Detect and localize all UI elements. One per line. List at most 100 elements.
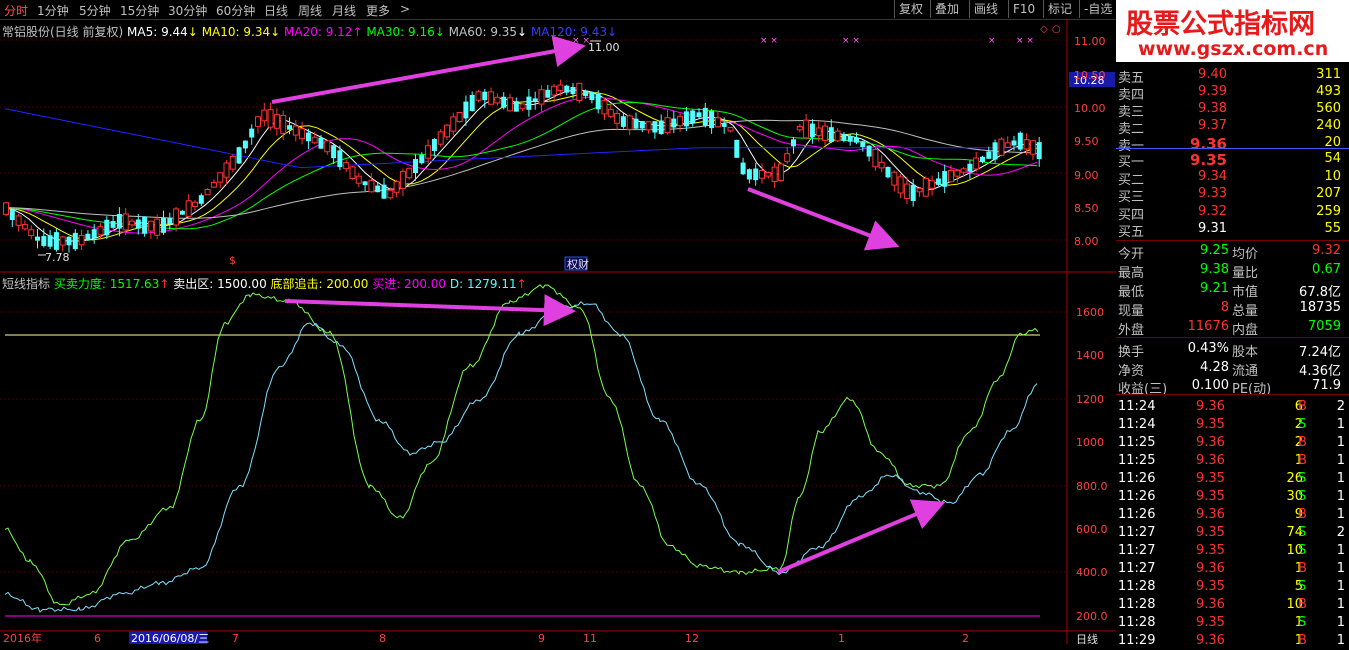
candlestick[interactable] xyxy=(167,218,173,224)
candlestick[interactable] xyxy=(15,215,22,226)
candlestick[interactable] xyxy=(614,113,621,124)
candlestick[interactable] xyxy=(324,140,331,153)
candlestick[interactable] xyxy=(142,216,148,234)
candlestick[interactable] xyxy=(292,125,299,136)
candlestick[interactable] xyxy=(28,229,35,236)
candlestick[interactable] xyxy=(21,223,28,230)
candlestick[interactable] xyxy=(942,171,948,187)
candlestick[interactable] xyxy=(973,157,980,170)
candlestick[interactable] xyxy=(413,159,418,173)
candlestick[interactable] xyxy=(129,220,135,226)
bid-row[interactable]: 买二 9.34 10 xyxy=(1116,168,1349,188)
candlestick[interactable] xyxy=(135,219,141,229)
candlestick[interactable] xyxy=(727,126,734,132)
candlestick[interactable] xyxy=(872,148,879,168)
candlestick[interactable] xyxy=(450,116,457,132)
candlestick[interactable] xyxy=(601,100,608,115)
period-indicator[interactable]: 日线 xyxy=(1076,632,1098,644)
trade-row[interactable]: 11:25 9.36 1 B 1 xyxy=(1116,452,1349,470)
candlestick[interactable] xyxy=(878,161,885,169)
candlestick[interactable] xyxy=(980,156,985,162)
candlestick[interactable] xyxy=(311,136,318,144)
candlestick[interactable] xyxy=(702,107,708,126)
candlestick[interactable] xyxy=(589,91,595,101)
period-tab-30min[interactable]: 30分钟 xyxy=(168,2,207,19)
fund-row[interactable]: 换手 0.43% 股本 7.24亿 xyxy=(1116,340,1349,360)
candlestick[interactable] xyxy=(809,123,815,138)
bid-row[interactable]: 买三 9.33 207 xyxy=(1116,185,1349,205)
candlestick[interactable] xyxy=(822,125,828,141)
candlestick[interactable] xyxy=(664,117,671,134)
candlestick[interactable] xyxy=(677,115,684,127)
candlestick[interactable] xyxy=(185,200,192,217)
candlestick[interactable] xyxy=(645,121,652,131)
candlestick[interactable] xyxy=(796,125,803,131)
candlestick[interactable] xyxy=(1023,139,1030,150)
candlestick[interactable] xyxy=(399,170,406,190)
candlestick[interactable] xyxy=(538,89,545,105)
candlestick[interactable] xyxy=(204,188,211,196)
candlestick[interactable] xyxy=(419,154,425,164)
candlestick[interactable] xyxy=(331,145,337,159)
candlestick[interactable] xyxy=(734,139,740,158)
candlestick[interactable] xyxy=(507,97,513,112)
bid-row[interactable]: 买一 9.35 54 xyxy=(1116,150,1349,170)
candlestick[interactable] xyxy=(633,118,639,129)
candlestick[interactable] xyxy=(66,236,72,246)
draw-line-button[interactable]: 画线 xyxy=(969,0,1002,18)
candlestick[interactable] xyxy=(299,128,306,140)
candlestick[interactable] xyxy=(891,171,898,186)
candlestick[interactable] xyxy=(948,170,954,183)
candlestick[interactable] xyxy=(41,236,47,246)
candlestick[interactable] xyxy=(236,147,242,164)
candlestick[interactable] xyxy=(482,91,488,101)
period-tab-daily[interactable]: 日线 xyxy=(264,2,288,19)
candlestick[interactable] xyxy=(709,110,715,129)
trade-row[interactable]: 11:24 9.36 6 B 2 xyxy=(1116,398,1349,416)
candlestick[interactable] xyxy=(173,208,180,226)
candlestick[interactable] xyxy=(343,162,350,170)
candlestick[interactable] xyxy=(35,236,40,241)
candlestick[interactable] xyxy=(954,169,961,177)
fuquan-button[interactable]: 复权 xyxy=(894,0,927,18)
candlestick[interactable] xyxy=(267,109,274,128)
candlestick[interactable] xyxy=(110,221,116,228)
candlestick[interactable] xyxy=(362,181,368,186)
candlestick[interactable] xyxy=(626,115,633,130)
candlestick[interactable] xyxy=(97,226,104,236)
candlestick[interactable] xyxy=(929,180,936,189)
f10-button[interactable]: F10 xyxy=(1008,0,1039,18)
candlestick[interactable] xyxy=(784,153,791,162)
trade-row[interactable]: 11:27 9.35 10 S 1 xyxy=(1116,542,1349,560)
candlestick[interactable] xyxy=(381,184,387,199)
candlestick[interactable] xyxy=(116,214,122,229)
watchlist-button[interactable]: -自选 xyxy=(1079,0,1116,18)
candlestick[interactable] xyxy=(595,93,601,110)
candlestick[interactable] xyxy=(513,101,519,112)
candlestick[interactable] xyxy=(740,162,746,175)
candlestick[interactable] xyxy=(576,82,583,102)
candlestick[interactable] xyxy=(349,166,356,180)
candlestick[interactable] xyxy=(777,163,784,181)
candlestick[interactable] xyxy=(72,232,78,250)
candlestick[interactable] xyxy=(583,90,589,97)
candlestick[interactable] xyxy=(287,125,292,130)
candlestick[interactable] xyxy=(437,131,444,145)
candlestick[interactable] xyxy=(223,162,230,178)
candlestick[interactable] xyxy=(791,139,796,147)
candlestick[interactable] xyxy=(885,166,891,178)
trade-row[interactable]: 11:29 9.36 1 B 1 xyxy=(1116,632,1349,650)
candlestick[interactable] xyxy=(47,235,53,247)
candlestick[interactable] xyxy=(551,85,558,96)
candlestick[interactable] xyxy=(1029,140,1036,155)
candlestick[interactable] xyxy=(59,236,66,246)
candlestick[interactable] xyxy=(318,137,324,149)
candlestick[interactable] xyxy=(375,185,381,193)
candlestick[interactable] xyxy=(759,169,765,179)
fund-row[interactable]: 收益(三) 0.100 PE(动) 71.9 xyxy=(1116,377,1349,397)
candlestick[interactable] xyxy=(967,163,973,172)
bid-row[interactable]: 买五 9.31 55 xyxy=(1116,220,1349,240)
more-chevron-icon[interactable]: > xyxy=(400,2,410,16)
candlestick[interactable] xyxy=(192,201,198,207)
period-tab-1min[interactable]: 1分钟 xyxy=(37,2,69,19)
